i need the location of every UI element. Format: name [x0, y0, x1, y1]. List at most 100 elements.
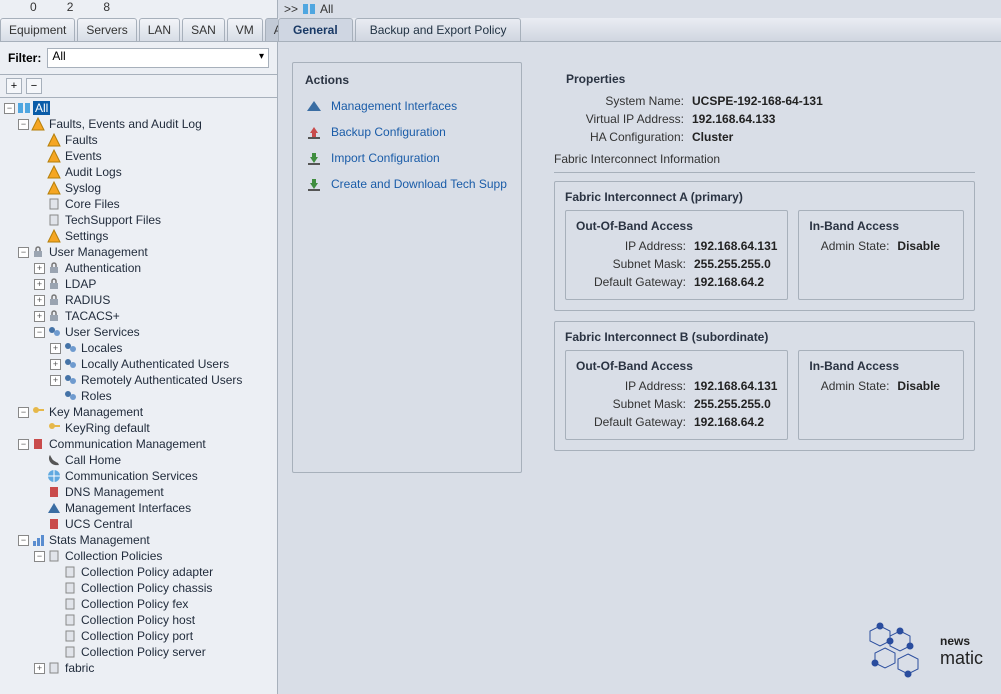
- nav-tabs: Equipment Servers LAN SAN VM Admin: [0, 18, 277, 42]
- action-import-configuration[interactable]: Import Configuration: [293, 145, 521, 171]
- fi-a-oob: Out-Of-Band Access IP Address:192.168.64…: [565, 210, 788, 300]
- toggle-icon[interactable]: +: [34, 279, 45, 290]
- count-c: 8: [103, 0, 110, 14]
- tab-equipment[interactable]: Equipment: [0, 18, 75, 41]
- tree-item[interactable]: Collection Policy server: [79, 645, 208, 659]
- tree-item-fabric[interactable]: fabric: [63, 661, 96, 675]
- toggle-icon[interactable]: +: [34, 295, 45, 306]
- tree-item[interactable]: TACACS+: [63, 309, 122, 323]
- toggle-icon[interactable]: −: [34, 551, 45, 562]
- breadcrumb: >> All: [278, 0, 1001, 18]
- toggle-icon[interactable]: +: [34, 263, 45, 274]
- tree-item[interactable]: DNS Management: [63, 485, 166, 499]
- mask-value: 255.255.255.0: [694, 397, 771, 411]
- tree-item-stats-management[interactable]: Stats Management: [47, 533, 152, 547]
- fabric-interconnect-a: Fabric Interconnect A (primary) Out-Of-B…: [554, 181, 975, 311]
- tree-item[interactable]: Communication Services: [63, 469, 200, 483]
- item-icon: [63, 341, 77, 355]
- toggle-icon[interactable]: −: [4, 103, 15, 114]
- collapse-all-button[interactable]: −: [26, 78, 42, 94]
- tree-item[interactable]: Collection Policy chassis: [79, 581, 214, 595]
- ip-label: IP Address:: [576, 379, 686, 393]
- mask-label: Subnet Mask:: [576, 397, 686, 411]
- alert-icon: [47, 149, 61, 163]
- tree-item[interactable]: LDAP: [63, 277, 98, 291]
- doc-icon: [63, 581, 77, 595]
- download-icon: [305, 151, 323, 165]
- comm-icon: [47, 517, 61, 531]
- expand-all-button[interactable]: +: [6, 78, 22, 94]
- tree-item-user-services[interactable]: User Services: [63, 325, 142, 339]
- tree-item[interactable]: Core Files: [63, 197, 122, 211]
- gw-label: Default Gateway:: [576, 275, 686, 289]
- navigation-tree[interactable]: − All − Faults, Events and Audit Log Fau…: [0, 98, 277, 694]
- tab-general[interactable]: General: [278, 18, 353, 41]
- tree-item[interactable]: Locales: [79, 341, 124, 355]
- toggle-icon[interactable]: −: [34, 327, 45, 338]
- admin-label: Admin State:: [809, 239, 889, 253]
- navigation-panel: 0 2 8 Equipment Servers LAN SAN VM Admin…: [0, 0, 278, 694]
- tree-item[interactable]: Roles: [79, 389, 114, 403]
- toggle-icon[interactable]: −: [18, 439, 29, 450]
- tree-item[interactable]: Settings: [63, 229, 110, 243]
- toggle-icon[interactable]: −: [18, 407, 29, 418]
- folder-icon: [302, 2, 316, 16]
- toggle-icon[interactable]: +: [50, 375, 61, 386]
- tree-item-key-management[interactable]: Key Management: [47, 405, 145, 419]
- tree-item[interactable]: Audit Logs: [63, 165, 124, 179]
- tree-item-comm-management[interactable]: Communication Management: [47, 437, 208, 451]
- toggle-icon[interactable]: +: [34, 311, 45, 322]
- tab-lan[interactable]: LAN: [139, 18, 180, 41]
- tree-item[interactable]: UCS Central: [63, 517, 134, 531]
- tab-backup-export[interactable]: Backup and Export Policy: [355, 18, 522, 41]
- filter-value: All: [52, 49, 65, 63]
- tab-servers[interactable]: Servers: [77, 18, 136, 41]
- breadcrumb-label: All: [320, 2, 333, 16]
- tree-item[interactable]: TechSupport Files: [63, 213, 163, 227]
- tree-item[interactable]: Collection Policy fex: [79, 597, 190, 611]
- tab-san[interactable]: SAN: [182, 18, 225, 41]
- item-icon: [63, 357, 77, 371]
- tree-item[interactable]: Authentication: [63, 261, 143, 275]
- tab-vm[interactable]: VM: [227, 18, 263, 41]
- tree-item[interactable]: Faults: [63, 133, 100, 147]
- doc-icon: [63, 629, 77, 643]
- tree-item-collection-policies[interactable]: Collection Policies: [63, 549, 164, 563]
- tree-item[interactable]: Collection Policy port: [79, 629, 195, 643]
- mask-label: Subnet Mask:: [576, 257, 686, 271]
- toggle-icon[interactable]: −: [18, 247, 29, 258]
- tree-item-user-management[interactable]: User Management: [47, 245, 150, 259]
- tree-item[interactable]: Call Home: [63, 453, 123, 467]
- action-management-interfaces[interactable]: Management Interfaces: [293, 93, 521, 119]
- tree-item-faults-group[interactable]: Faults, Events and Audit Log: [47, 117, 204, 131]
- tree-item[interactable]: Remotely Authenticated Users: [79, 373, 244, 387]
- tree-root-all[interactable]: All: [33, 101, 50, 115]
- tree-item[interactable]: Management Interfaces: [63, 501, 193, 515]
- toggle-icon[interactable]: +: [50, 343, 61, 354]
- tree-item[interactable]: Collection Policy adapter: [79, 565, 215, 579]
- doc-icon: [63, 597, 77, 611]
- mask-value: 255.255.255.0: [694, 257, 771, 271]
- tree-item[interactable]: RADIUS: [63, 293, 112, 307]
- tree-item[interactable]: Collection Policy host: [79, 613, 197, 627]
- fi-info-label: Fabric Interconnect Information: [554, 146, 975, 170]
- gw-label: Default Gateway:: [576, 415, 686, 429]
- toggle-icon[interactable]: +: [50, 359, 61, 370]
- fi-b-inband: In-Band Access Admin State:Disable: [798, 350, 964, 440]
- gw-value: 192.168.64.2: [694, 415, 764, 429]
- action-create-techsupport[interactable]: Create and Download Tech Supp: [293, 171, 521, 197]
- toggle-icon[interactable]: −: [18, 535, 29, 546]
- comm-icon: [47, 501, 61, 515]
- tree-item[interactable]: Events: [63, 149, 104, 163]
- filter-select[interactable]: All ▾: [47, 48, 269, 68]
- breadcrumb-prefix: >>: [284, 2, 298, 16]
- system-name-label: System Name:: [554, 94, 684, 108]
- toggle-icon[interactable]: +: [34, 663, 45, 674]
- filter-label: Filter:: [8, 51, 41, 65]
- action-backup-configuration[interactable]: Backup Configuration: [293, 119, 521, 145]
- actions-panel: Actions Management Interfaces Backup Con…: [292, 62, 522, 473]
- tree-item[interactable]: Locally Authenticated Users: [79, 357, 231, 371]
- tree-item[interactable]: Syslog: [63, 181, 103, 195]
- toggle-icon[interactable]: −: [18, 119, 29, 130]
- tree-item-keyring[interactable]: KeyRing default: [63, 421, 152, 435]
